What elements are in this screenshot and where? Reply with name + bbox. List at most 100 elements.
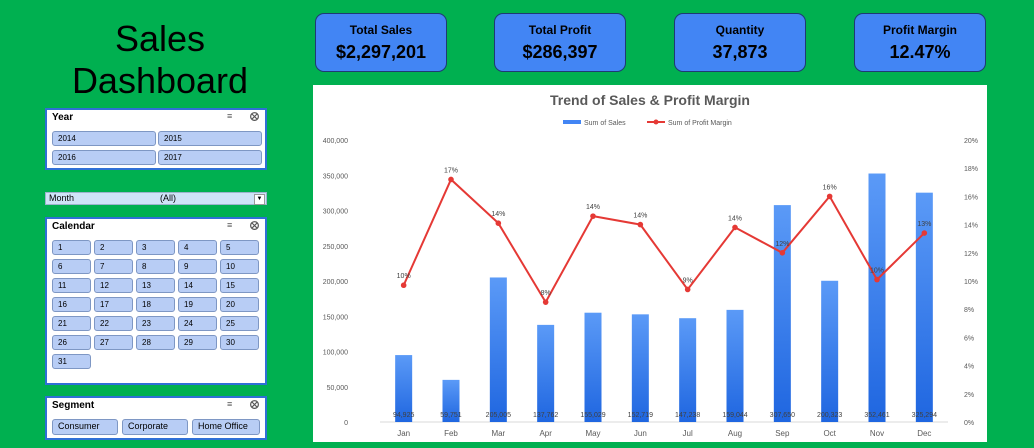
calendar-day-7[interactable]: 7 (94, 259, 133, 274)
kpi-profit-margin: Profit Margin 12.47% (854, 13, 986, 72)
sales-bar (584, 312, 602, 422)
sales-data-label: 147,238 (675, 412, 700, 419)
margin-point (921, 230, 928, 236)
x-tick-label: Oct (823, 429, 836, 438)
sales-data-label: 137,762 (533, 412, 558, 419)
left-tick-label: 400,000 (323, 138, 348, 145)
margin-data-label: 8% (541, 290, 551, 297)
calendar-day-18[interactable]: 18 (136, 297, 175, 312)
margin-data-label: 9% (683, 277, 693, 284)
multi-select-icon[interactable]: ≡ (227, 111, 232, 121)
month-filter[interactable]: Month (All) ▼ (45, 192, 267, 205)
x-tick-label: Nov (870, 429, 884, 438)
segment-slicer-title: Segment (52, 400, 95, 411)
x-tick-label: Dec (917, 429, 931, 438)
segment-slicer: Segment ≡ ⨂ Consumer Corporate Home Offi… (45, 396, 267, 440)
x-tick-label: Sep (775, 429, 790, 438)
calendar-day-26[interactable]: 26 (52, 335, 91, 350)
segment-item-home-office[interactable]: Home Office (192, 419, 260, 435)
title-line-2: Dashboard (71, 60, 249, 101)
calendar-day-6[interactable]: 6 (52, 259, 91, 274)
legend-sales-swatch (563, 120, 581, 124)
sales-data-label: 352,461 (864, 412, 889, 419)
x-tick-label: Jun (634, 429, 647, 438)
calendar-day-25[interactable]: 25 (220, 316, 259, 331)
calendar-day-12[interactable]: 12 (94, 278, 133, 293)
calendar-day-30[interactable]: 30 (220, 335, 259, 350)
segment-item-consumer[interactable]: Consumer (52, 419, 118, 435)
calendar-day-24[interactable]: 24 (178, 316, 217, 331)
sales-profit-chart: Trend of Sales & Profit Margin Sum of Sa… (313, 85, 987, 442)
profit-margin-line: 10% 17% 14% 8% 14% 14% 9% 14% 12% 16% 10% 13% (397, 167, 931, 305)
multi-select-icon[interactable]: ≡ (227, 399, 232, 409)
multi-select-icon[interactable]: ≡ (227, 220, 232, 230)
clear-filter-icon[interactable]: ⨂ (250, 399, 259, 410)
clear-filter-icon[interactable]: ⨂ (250, 220, 259, 231)
chart-svg: Trend of Sales & Profit Margin Sum of Sa… (323, 92, 978, 438)
clear-filter-icon[interactable]: ⨂ (250, 111, 259, 122)
right-tick-label: 0% (964, 420, 974, 427)
sales-bar (821, 280, 839, 422)
year-item-2017[interactable]: 2017 (158, 150, 262, 165)
kpi-total-sales: Total Sales $2,297,201 (315, 13, 447, 72)
calendar-day-15[interactable]: 15 (220, 278, 259, 293)
month-filter-label: Month (49, 193, 75, 203)
margin-data-label: 14% (491, 211, 505, 218)
dropdown-arrow-icon[interactable]: ▼ (254, 194, 265, 205)
calendar-day-29[interactable]: 29 (178, 335, 217, 350)
sales-bars: 94,925 59,751 205,005 137,762 155,029 152,719… (393, 173, 937, 422)
right-tick-label: 14% (964, 223, 978, 230)
kpi-value: 37,873 (712, 42, 768, 62)
calendar-day-10[interactable]: 10 (220, 259, 259, 274)
year-slicer-title: Year (52, 112, 74, 123)
month-filter-value: (All) (160, 193, 176, 203)
calendar-day-9[interactable]: 9 (178, 259, 217, 274)
calendar-day-23[interactable]: 23 (136, 316, 175, 331)
year-item-2016[interactable]: 2016 (52, 150, 156, 165)
calendar-day-1[interactable]: 1 (52, 240, 91, 255)
calendar-day-22[interactable]: 22 (94, 316, 133, 331)
sales-bar (489, 277, 507, 422)
calendar-day-17[interactable]: 17 (94, 297, 133, 312)
kpi-label: Profit Margin (883, 23, 957, 37)
x-tick-label: Jul (683, 429, 693, 438)
right-tick-label: 8% (964, 307, 974, 314)
sales-bar (726, 309, 744, 422)
calendar-day-21[interactable]: 21 (52, 316, 91, 331)
margin-data-label: 10% (397, 273, 411, 280)
margin-point (826, 193, 833, 200)
kpi-quantity: Quantity 37,873 (674, 13, 806, 72)
calendar-day-3[interactable]: 3 (136, 240, 175, 255)
year-item-2015[interactable]: 2015 (158, 131, 262, 146)
margin-data-label: 17% (444, 167, 458, 174)
calendar-day-13[interactable]: 13 (136, 278, 175, 293)
calendar-day-11[interactable]: 11 (52, 278, 91, 293)
calendar-day-31[interactable]: 31 (52, 354, 91, 369)
margin-point (874, 276, 880, 283)
calendar-day-27[interactable]: 27 (94, 335, 133, 350)
title-line-1: Sales (114, 18, 206, 59)
calendar-day-8[interactable]: 8 (136, 259, 175, 274)
sales-data-label: 94,925 (393, 412, 415, 419)
margin-point (590, 213, 596, 219)
margin-point (732, 224, 738, 231)
calendar-day-14[interactable]: 14 (178, 278, 217, 293)
margin-data-label: 14% (633, 213, 647, 220)
calendar-day-16[interactable]: 16 (52, 297, 91, 312)
legend-margin-marker (653, 119, 659, 125)
calendar-day-4[interactable]: 4 (178, 240, 217, 255)
calendar-day-19[interactable]: 19 (178, 297, 217, 312)
sales-data-label: 155,029 (580, 412, 605, 419)
left-tick-label: 50,000 (327, 385, 349, 392)
right-tick-label: 10% (964, 279, 978, 286)
year-item-2014[interactable]: 2014 (52, 131, 156, 146)
margin-point (779, 250, 786, 256)
sales-data-label: 205,005 (486, 412, 511, 419)
calendar-day-2[interactable]: 2 (94, 240, 133, 255)
calendar-day-20[interactable]: 20 (220, 297, 259, 312)
calendar-day-5[interactable]: 5 (220, 240, 259, 255)
segment-item-corporate[interactable]: Corporate (122, 419, 188, 435)
calendar-day-28[interactable]: 28 (136, 335, 175, 350)
calendar-slicer-header: Calendar ≡ ⨂ (47, 219, 265, 236)
sales-bar (537, 324, 555, 422)
